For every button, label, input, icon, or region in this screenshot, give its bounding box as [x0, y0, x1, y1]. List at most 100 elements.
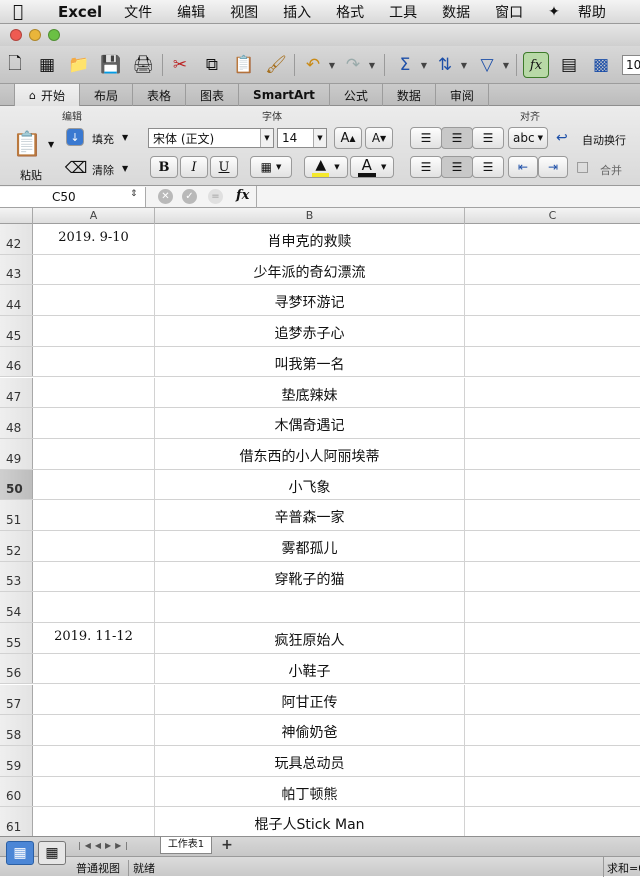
- tab-smartart[interactable]: SmartArt: [239, 84, 330, 106]
- cell-b[interactable]: 少年派的奇幻漂流: [155, 254, 465, 285]
- borders-button[interactable]: ▦ ▼: [250, 156, 292, 178]
- align-left-icon[interactable]: ☰: [410, 156, 442, 178]
- font-name-select[interactable]: 宋体 (正文) ▼: [148, 128, 274, 148]
- fill-down-icon[interactable]: ↓: [66, 128, 84, 146]
- cell-b[interactable]: 玩具总动员: [155, 745, 465, 776]
- cell-c[interactable]: [465, 807, 640, 836]
- column-header-c[interactable]: C: [465, 208, 640, 224]
- new-document-icon[interactable]: 🗋: [2, 52, 28, 78]
- column-header-a[interactable]: A: [33, 208, 155, 224]
- cell-a[interactable]: 2019. 9-10: [33, 224, 155, 254]
- cell-c[interactable]: [465, 531, 640, 561]
- menu-tools[interactable]: 工具: [389, 2, 417, 22]
- save-icon[interactable]: 💾: [98, 52, 124, 78]
- cell-a[interactable]: [33, 561, 155, 592]
- row-header[interactable]: 51: [0, 500, 33, 530]
- tab-home[interactable]: ⌂ 开始: [14, 84, 80, 106]
- tab-review[interactable]: 审阅: [436, 84, 489, 106]
- cell-b[interactable]: 帕丁顿熊: [155, 776, 465, 807]
- cell-c[interactable]: [465, 285, 640, 315]
- gallery-icon[interactable]: ▦: [34, 52, 60, 78]
- toolbox-icon[interactable]: ▤: [556, 52, 582, 78]
- filter-icon[interactable]: ▽: [474, 52, 500, 78]
- wrap-text-icon[interactable]: ↩: [556, 130, 568, 146]
- close-window-button[interactable]: [10, 29, 22, 41]
- minimize-window-button[interactable]: [29, 29, 41, 41]
- cell-a[interactable]: [33, 346, 155, 377]
- row-header[interactable]: 42: [0, 224, 33, 254]
- paste-icon[interactable]: 📋: [231, 52, 257, 78]
- cell-b[interactable]: 神偷奶爸: [155, 715, 465, 745]
- row-header[interactable]: 59: [0, 745, 33, 776]
- cell-a[interactable]: [33, 377, 155, 408]
- row-header[interactable]: 43: [0, 254, 33, 285]
- fill-color-button[interactable]: ▲ ▼: [304, 156, 348, 178]
- merge-label[interactable]: 合并: [600, 162, 622, 178]
- cell-b[interactable]: 小鞋子: [155, 653, 465, 684]
- cell-a[interactable]: [33, 684, 155, 715]
- cell-a[interactable]: [33, 438, 155, 469]
- increase-font-button[interactable]: A ▲: [334, 127, 362, 149]
- font-size-select[interactable]: 14 ▼: [277, 128, 327, 148]
- menu-file[interactable]: 文件: [124, 2, 152, 22]
- cell-b[interactable]: 辛普森一家: [155, 500, 465, 530]
- align-top-icon[interactable]: ☰: [410, 127, 442, 149]
- menu-window[interactable]: 窗口: [495, 2, 523, 22]
- cancel-entry-icon[interactable]: ✕: [158, 189, 173, 204]
- cell-c[interactable]: [465, 562, 640, 592]
- cell-b[interactable]: 追梦赤子心: [155, 316, 465, 346]
- menu-format[interactable]: 格式: [336, 2, 364, 22]
- cell-c[interactable]: [465, 654, 640, 684]
- add-sheet-button[interactable]: +: [216, 837, 238, 854]
- row-header[interactable]: 57: [0, 684, 33, 715]
- cell-a[interactable]: [33, 592, 155, 623]
- sort-icon[interactable]: ⇅: [432, 52, 458, 78]
- name-box-stepper-icon[interactable]: ⇕: [130, 189, 138, 199]
- cell-c[interactable]: [465, 777, 640, 807]
- column-header-b[interactable]: B: [155, 208, 465, 224]
- paste-label[interactable]: 粘贴: [20, 167, 42, 183]
- cell-b[interactable]: 肖申克的救赎: [155, 224, 465, 254]
- cell-c[interactable]: [465, 470, 640, 500]
- align-bottom-icon[interactable]: ☰: [472, 127, 504, 149]
- cell-c[interactable]: [465, 685, 640, 715]
- eraser-icon[interactable]: ⌫: [64, 158, 88, 177]
- row-header[interactable]: 50: [0, 469, 33, 500]
- undo-dropdown-icon[interactable]: ▼: [326, 52, 338, 78]
- paste-icon[interactable]: 📋: [10, 124, 44, 164]
- cell-c[interactable]: [465, 500, 640, 530]
- align-middle-icon[interactable]: ☰: [441, 127, 473, 149]
- merge-icon[interactable]: □: [576, 159, 589, 175]
- cell-a[interactable]: [33, 254, 155, 285]
- cell-b[interactable]: 叫我第一名: [155, 346, 465, 377]
- select-all-corner[interactable]: [0, 208, 33, 224]
- row-header[interactable]: 55: [0, 623, 33, 653]
- clear-dropdown-icon[interactable]: ▼: [122, 164, 128, 173]
- cell-a[interactable]: [33, 715, 155, 745]
- tab-formulas[interactable]: 公式: [330, 84, 383, 106]
- italic-button[interactable]: I: [180, 156, 208, 178]
- cell-a[interactable]: [33, 745, 155, 776]
- menu-edit[interactable]: 编辑: [177, 2, 205, 22]
- row-header[interactable]: 53: [0, 561, 33, 592]
- row-header[interactable]: 56: [0, 653, 33, 684]
- cell-c[interactable]: [465, 408, 640, 438]
- increase-indent-icon[interactable]: ⇥: [538, 156, 568, 178]
- sheet-navigation-icons[interactable]: |◀◀▶▶|: [78, 841, 132, 850]
- redo-icon[interactable]: ↷: [340, 52, 366, 78]
- formula-toggle-icon[interactable]: =: [208, 189, 223, 204]
- menu-data[interactable]: 数据: [442, 2, 470, 22]
- open-icon[interactable]: 📁: [66, 52, 92, 78]
- redo-dropdown-icon[interactable]: ▼: [366, 52, 378, 78]
- name-box[interactable]: C50: [0, 187, 146, 207]
- row-header[interactable]: 52: [0, 531, 33, 561]
- app-menu[interactable]: Excel: [58, 3, 102, 21]
- row-header[interactable]: 46: [0, 346, 33, 377]
- cell-b[interactable]: 疯狂原始人: [155, 623, 465, 653]
- clear-label[interactable]: 清除: [92, 162, 114, 178]
- insert-function-button[interactable]: fx: [236, 188, 249, 203]
- tab-data[interactable]: 数据: [383, 84, 436, 106]
- zoom-field[interactable]: 10: [622, 55, 640, 75]
- row-header[interactable]: 47: [0, 377, 33, 408]
- row-header[interactable]: 60: [0, 776, 33, 807]
